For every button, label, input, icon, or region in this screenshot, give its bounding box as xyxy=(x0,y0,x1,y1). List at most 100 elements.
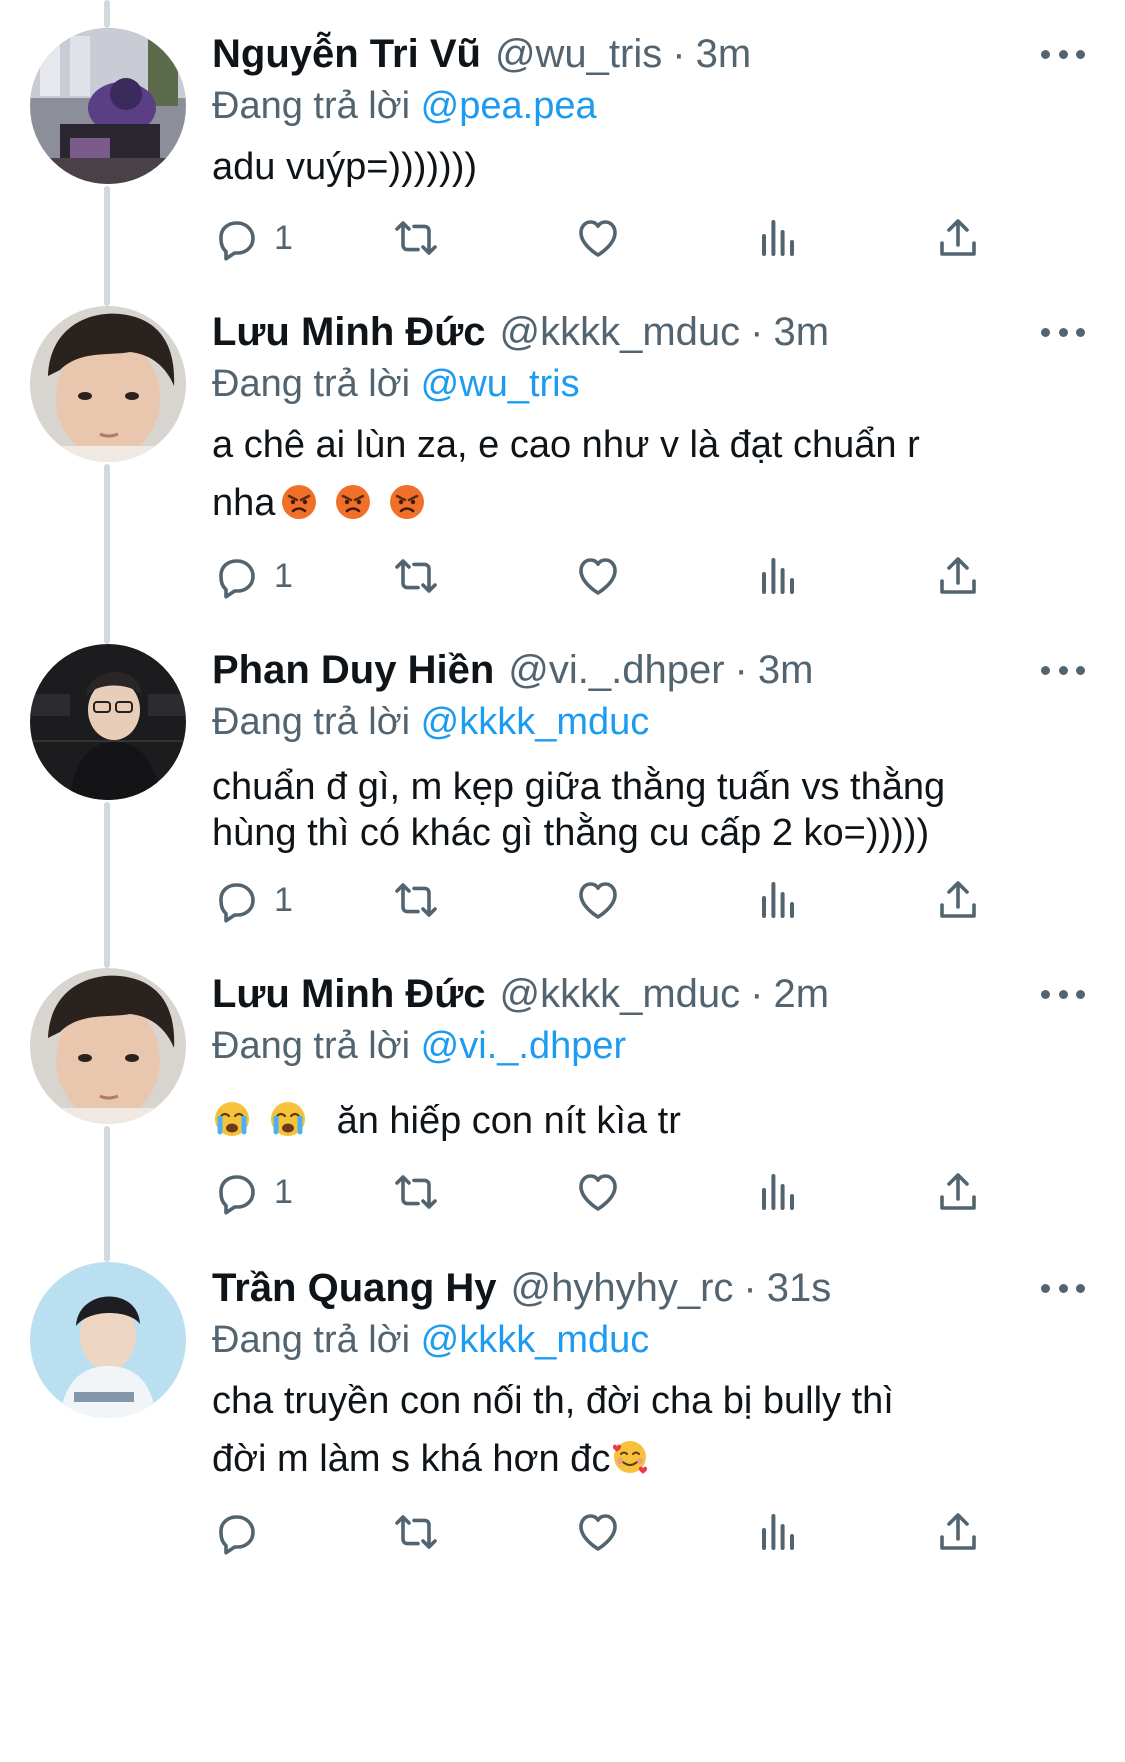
reply-icon xyxy=(219,1175,255,1215)
author-handle[interactable]: @wu_tris xyxy=(495,32,662,77)
author-handle[interactable]: @vi._.dhper xyxy=(508,648,724,693)
reply-count: 1 xyxy=(274,1172,293,1211)
timestamp[interactable]: 3m xyxy=(696,32,752,77)
timestamp[interactable]: 2m xyxy=(773,972,829,1017)
share-button[interactable] xyxy=(934,546,982,606)
tweet-text-fragment: ăn hiếp con nít kìa tr xyxy=(336,1100,681,1142)
retweet-icon xyxy=(395,221,437,255)
share-icon xyxy=(940,1513,976,1550)
tweet-text: adu vuýp=))))))) xyxy=(212,138,1095,196)
like-button[interactable] xyxy=(574,208,622,268)
thread-line xyxy=(104,1126,110,1262)
share-button[interactable] xyxy=(934,208,982,268)
avatar[interactable] xyxy=(30,968,186,1124)
like-icon xyxy=(579,558,617,595)
retweet-button[interactable] xyxy=(392,208,440,268)
share-button[interactable] xyxy=(934,1502,982,1562)
views-icon xyxy=(762,1174,794,1210)
mention-link[interactable]: @kkkk_mduc xyxy=(421,701,650,743)
more-icon[interactable] xyxy=(1041,652,1085,688)
like-button[interactable] xyxy=(574,1162,622,1222)
author-handle[interactable]: @kkkk_mduc xyxy=(499,310,740,355)
replying-to: Đang trả lời @vi._.dhper xyxy=(212,1020,1095,1072)
replying-to: Đang trả lời @pea.pea xyxy=(212,80,1095,132)
avatar[interactable] xyxy=(30,644,186,800)
reply-button[interactable]: 1 xyxy=(212,546,293,606)
crying-face-emoji xyxy=(271,1102,305,1136)
tweet-text: a chê ai lùn za, e cao như v là đạt chuẩ… xyxy=(212,416,1095,532)
tweet-text-fragment: đời m làm s khá hơn đc xyxy=(212,1438,611,1480)
angry-face-emoji xyxy=(282,485,317,519)
share-button[interactable] xyxy=(934,1162,982,1222)
retweet-button[interactable] xyxy=(392,1162,440,1222)
mention-link[interactable]: @kkkk_mduc xyxy=(421,1319,650,1361)
tweet-text-line: chuẩn đ gì, m kẹp giữa thằng tuấn vs thằ… xyxy=(212,766,946,808)
author-handle[interactable]: @hyhyhy_rc xyxy=(511,1266,734,1311)
author-handle[interactable]: @kkkk_mduc xyxy=(499,972,740,1017)
author-name[interactable]: Trần Quang Hy xyxy=(212,1266,497,1311)
views-button[interactable] xyxy=(754,546,802,606)
reply-count: 1 xyxy=(274,556,293,595)
separator-dot: · xyxy=(750,971,764,1016)
like-button[interactable] xyxy=(574,870,622,930)
reply-button[interactable]: 1 xyxy=(212,1162,293,1222)
reply-button[interactable]: 1 xyxy=(212,870,293,930)
like-icon xyxy=(579,1174,617,1211)
more-icon[interactable] xyxy=(1041,976,1085,1012)
like-button[interactable] xyxy=(574,546,622,606)
tweet-actions: 1 xyxy=(212,870,1012,930)
share-button[interactable] xyxy=(934,870,982,930)
avatar[interactable] xyxy=(30,306,186,462)
reply-count: 1 xyxy=(274,880,293,919)
reply-button[interactable]: 1 xyxy=(212,208,293,268)
author-name[interactable]: Phan Duy Hiền xyxy=(212,648,494,693)
retweet-button[interactable] xyxy=(392,870,440,930)
replying-to-label: Đang trả lời xyxy=(212,701,411,743)
more-icon[interactable] xyxy=(1041,314,1085,350)
views-button[interactable] xyxy=(754,1502,802,1562)
tweet-actions: 1 xyxy=(212,1162,1012,1222)
separator-dot: · xyxy=(672,31,686,76)
retweet-button[interactable] xyxy=(392,1502,440,1562)
timestamp[interactable]: 3m xyxy=(773,310,829,355)
replying-to-label: Đang trả lời xyxy=(212,85,411,127)
retweet-icon xyxy=(395,559,437,593)
reply-thread: Nguyễn Tri Vũ @wu_tris · 3m Đang trả lời… xyxy=(0,0,1125,1762)
timestamp[interactable]: 3m xyxy=(758,648,814,693)
share-icon xyxy=(940,1173,976,1210)
thread-line xyxy=(104,464,110,644)
author-name[interactable]: Nguyễn Tri Vũ xyxy=(212,32,481,77)
avatar[interactable] xyxy=(30,28,186,184)
mention-link[interactable]: @wu_tris xyxy=(421,363,580,405)
retweet-icon xyxy=(395,883,437,917)
tweet-actions: 1 xyxy=(212,208,1012,268)
smiling-face-with-hearts-emoji xyxy=(613,1441,648,1474)
like-button[interactable] xyxy=(574,1502,622,1562)
views-button[interactable] xyxy=(754,1162,802,1222)
more-icon[interactable] xyxy=(1041,1270,1085,1306)
retweet-icon xyxy=(395,1515,437,1549)
views-button[interactable] xyxy=(754,870,802,930)
angry-face-emoji xyxy=(390,485,425,519)
views-icon xyxy=(762,882,794,918)
replying-to: Đang trả lời @kkkk_mduc xyxy=(212,696,1095,748)
retweet-button[interactable] xyxy=(392,546,440,606)
thread-line xyxy=(104,802,110,968)
separator-dot: · xyxy=(734,647,748,692)
author-name[interactable]: Lưu Minh Đức xyxy=(212,310,485,355)
mention-link[interactable]: @pea.pea xyxy=(421,85,597,127)
timestamp[interactable]: 31s xyxy=(767,1266,832,1311)
tweet-actions xyxy=(212,1502,1012,1562)
author-name[interactable]: Lưu Minh Đức xyxy=(212,972,485,1017)
tweet-text-line: a chê ai lùn za, e cao như v là đạt chuẩ… xyxy=(212,424,920,466)
views-button[interactable] xyxy=(754,208,802,268)
reply-icon xyxy=(219,221,255,261)
like-icon xyxy=(579,1514,617,1551)
replying-to-label: Đang trả lời xyxy=(212,1319,411,1361)
like-icon xyxy=(579,220,617,257)
more-icon[interactable] xyxy=(1041,36,1085,72)
reply-button[interactable] xyxy=(212,1502,274,1562)
replying-to-label: Đang trả lời xyxy=(212,1025,411,1067)
mention-link[interactable]: @vi._.dhper xyxy=(421,1025,626,1067)
avatar[interactable] xyxy=(30,1262,186,1418)
